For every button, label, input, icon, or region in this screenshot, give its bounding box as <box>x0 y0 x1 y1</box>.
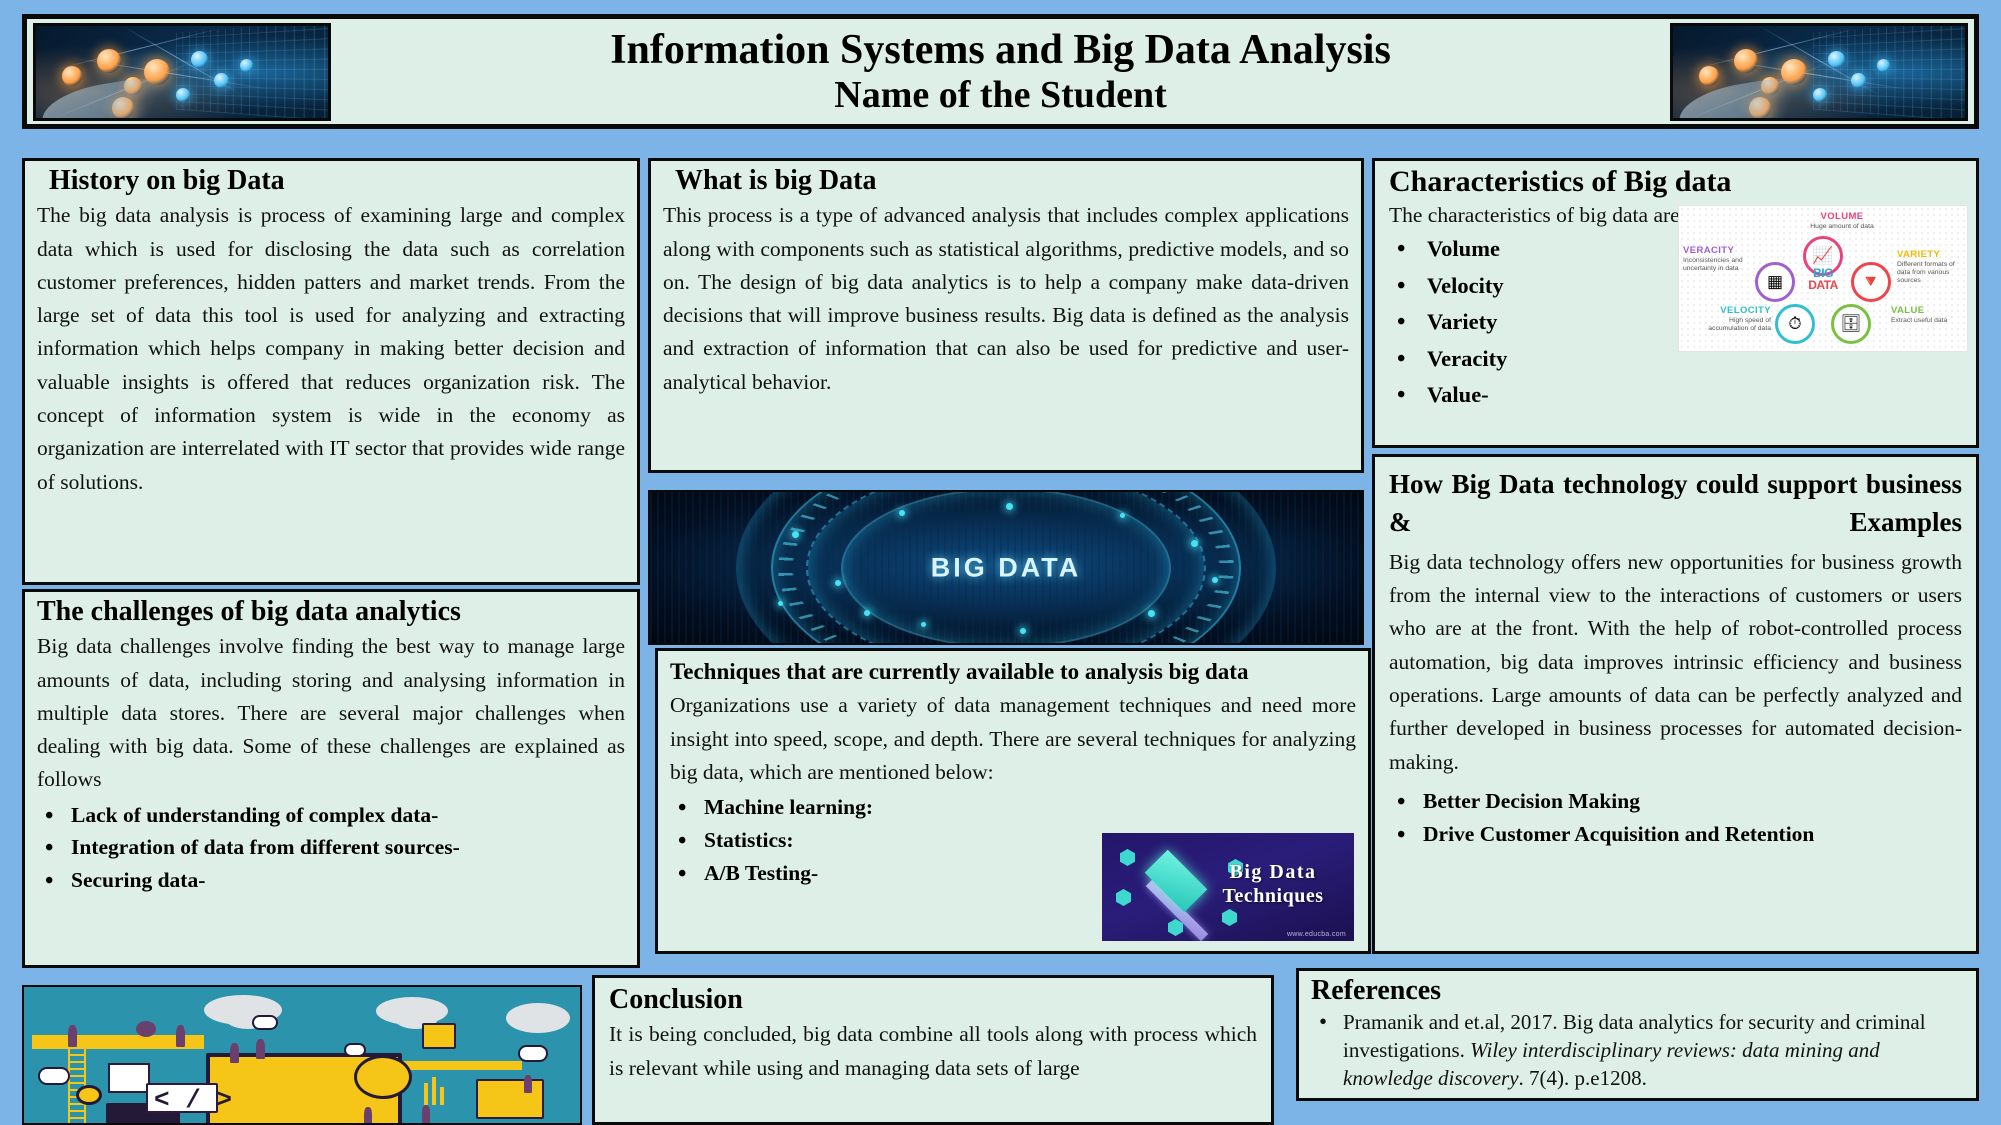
list-item: Variety <box>1389 304 1609 340</box>
velocity-desc: High speed of accumulation of data <box>1691 317 1771 333</box>
list-item: Machine learning: <box>670 791 1356 824</box>
techniques-image-title-line1: Big Data <box>1198 861 1348 884</box>
list-item: Integration of data from different sourc… <box>37 831 625 864</box>
whatis-heading: What is big Data <box>663 165 1349 197</box>
list-item: Pramanik and et.al, 2017. Big data analy… <box>1311 1009 1964 1093</box>
list-item: Drive Customer Acquisition and Retention <box>1389 818 1962 851</box>
section-history-on-big-data: History on big Data The big data analysi… <box>22 158 640 585</box>
code-glyph: < / > <box>154 1085 232 1115</box>
section-how-big-data-supports-business: How Big Data technology could support bu… <box>1372 454 1979 954</box>
veracity-desc: Inconsistencies and uncertainty in data <box>1683 257 1759 273</box>
value-desc: Extract useful data <box>1891 317 1965 325</box>
characteristics-heading: Characteristics of Big data <box>1389 165 1966 200</box>
whatis-body: This process is a type of advanced analy… <box>663 199 1349 399</box>
section-characteristics-of-big-data: Characteristics of Big data The characte… <box>1372 158 1979 448</box>
variety-icon: 🔻 <box>1851 262 1891 302</box>
section-challenges-of-big-data-analytics: The challenges of big data analytics Big… <box>22 589 640 968</box>
veracity-label: VERACITY <box>1683 246 1759 257</box>
veracity-icon: ▦ <box>1755 262 1795 302</box>
variety-desc: Different formats of data from various s… <box>1897 261 1967 284</box>
techniques-body: Organizations use a variety of data mana… <box>670 689 1356 789</box>
five-vs-center-line2: DATA <box>1808 279 1838 291</box>
references-heading: References <box>1311 975 1964 1007</box>
characteristics-bullet-list: Volume Velocity Variety Veracity Value- <box>1389 231 1609 413</box>
velocity-icon: ⏱ <box>1775 304 1815 344</box>
label-velocity: VELOCITY High speed of accumulation of d… <box>1691 306 1771 333</box>
list-item: Lack of understanding of complex data- <box>37 799 625 832</box>
how-heading: How Big Data technology could support bu… <box>1389 465 1962 542</box>
volume-desc: Huge amount of data <box>1797 223 1887 231</box>
list-item: Volume <box>1389 231 1609 267</box>
list-item: Velocity <box>1389 268 1609 304</box>
five-vs-center-label: BIG DATA <box>1795 259 1851 299</box>
techniques-image-watermark: www.educba.com <box>1287 931 1346 938</box>
challenges-bullet-list: Lack of understanding of complex data- I… <box>37 799 625 897</box>
value-label: VALUE <box>1891 306 1965 317</box>
velocity-label: VELOCITY <box>1691 306 1771 317</box>
references-list: Pramanik and et.al, 2017. Big data analy… <box>1311 1009 1964 1093</box>
how-body: Big data technology offers new opportuni… <box>1389 546 1962 779</box>
poster-header: Information Systems and Big Data Analysi… <box>22 14 1979 129</box>
label-value: VALUE Extract useful data <box>1891 306 1965 325</box>
technology-illustration-image: < / > <box>22 985 582 1125</box>
conclusion-body: It is being concluded, big data combine … <box>609 1018 1257 1085</box>
section-references: References Pramanik and et.al, 2017. Big… <box>1296 968 1979 1101</box>
how-bullet-list: Better Decision Making Drive Customer Ac… <box>1389 785 1962 850</box>
poster-title-line1: Information Systems and Big Data Analysi… <box>331 28 1670 72</box>
label-variety: VARIETY Different formats of data from v… <box>1897 250 1967 284</box>
poster-title-line2: Name of the Student <box>331 76 1670 116</box>
history-heading: History on big Data <box>37 165 625 197</box>
conclusion-heading: Conclusion <box>609 984 1257 1016</box>
page-title: Information Systems and Big Data Analysi… <box>331 28 1670 116</box>
section-conclusion: Conclusion It is being concluded, big da… <box>592 975 1274 1125</box>
list-item: Better Decision Making <box>1389 785 1962 818</box>
section-big-data-techniques: Techniques that are currently available … <box>655 648 1371 954</box>
reference-text-after: . 7(4). p.e1208. <box>1519 1066 1647 1090</box>
five-vs-infographic: 📈 🔻 🗄 ⏱ ▦ BIG DATA VOLUME Huge amount of… <box>1678 205 1968 352</box>
header-right-image <box>1670 23 1968 121</box>
big-data-techniques-image: Big Data Techniques www.educba.com <box>1102 833 1354 941</box>
variety-label: VARIETY <box>1897 250 1967 261</box>
volume-label: VOLUME <box>1797 212 1887 223</box>
big-data-image-caption: BIG DATA <box>931 552 1081 583</box>
label-veracity: VERACITY Inconsistencies and uncertainty… <box>1683 246 1759 273</box>
techniques-heading: Techniques that are currently available … <box>670 659 1356 685</box>
history-body: The big data analysis is process of exam… <box>37 199 625 499</box>
challenges-heading: The challenges of big data analytics <box>37 596 625 628</box>
value-icon: 🗄 <box>1831 304 1871 344</box>
list-item: Veracity <box>1389 341 1609 377</box>
header-left-image <box>33 23 331 121</box>
techniques-image-title-line2: Techniques <box>1198 885 1348 908</box>
list-item: Securing data- <box>37 864 625 897</box>
section-what-is-big-data: What is big Data This process is a type … <box>648 158 1364 473</box>
challenges-body: Big data challenges involve finding the … <box>37 630 625 797</box>
big-data-circuit-image: BIG DATA <box>648 490 1364 645</box>
label-volume: VOLUME Huge amount of data <box>1797 212 1887 231</box>
list-item: Value- <box>1389 377 1609 413</box>
